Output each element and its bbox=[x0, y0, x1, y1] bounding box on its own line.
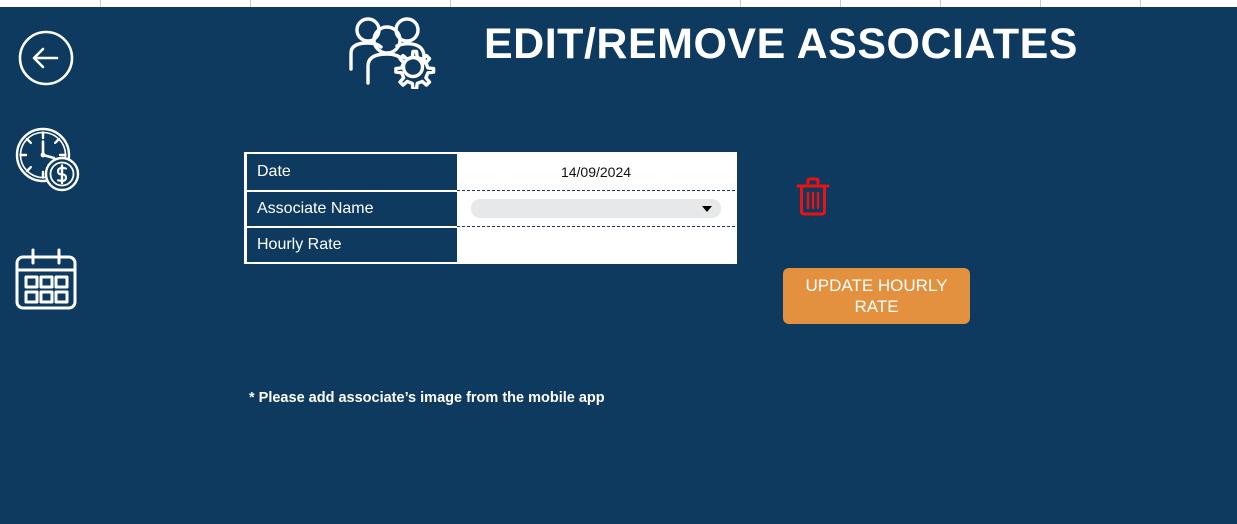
page-header: EDIT/REMOVE ASSOCIATES bbox=[0, 7, 1237, 103]
date-value: 14/09/2024 bbox=[560, 164, 632, 180]
calendar-icon[interactable] bbox=[12, 248, 80, 312]
table-row: Date 14/09/2024 bbox=[246, 154, 735, 190]
row-label-date: Date bbox=[246, 154, 457, 190]
people-gear-icon bbox=[344, 13, 440, 91]
sheet-column-divider bbox=[1140, 0, 1141, 7]
sheet-column-divider bbox=[840, 0, 841, 7]
clock-money-icon[interactable] bbox=[12, 124, 82, 194]
associate-form-table: Date 14/09/2024 Associate Name Hourly Ra… bbox=[243, 151, 738, 265]
spreadsheet-column-strip bbox=[0, 0, 1237, 7]
trash-icon bbox=[796, 177, 830, 216]
sheet-column-divider bbox=[1040, 0, 1041, 7]
table-row: Hourly Rate bbox=[246, 226, 735, 262]
sheet-column-divider bbox=[940, 0, 941, 7]
table-row: Associate Name bbox=[246, 190, 735, 226]
page-title: EDIT/REMOVE ASSOCIATES bbox=[484, 20, 1078, 68]
chevron-down-icon bbox=[702, 205, 712, 212]
row-label-associate-name: Associate Name bbox=[246, 190, 457, 226]
associate-name-dropdown[interactable] bbox=[471, 199, 721, 218]
sheet-column-divider bbox=[740, 0, 741, 7]
row-label-hourly-rate: Hourly Rate bbox=[246, 226, 457, 262]
left-icon-rail bbox=[0, 0, 100, 524]
delete-associate-button[interactable] bbox=[795, 177, 831, 217]
sheet-column-divider bbox=[100, 0, 101, 7]
sheet-column-divider bbox=[250, 0, 251, 7]
sheet-column-divider bbox=[450, 0, 451, 7]
update-hourly-rate-button[interactable]: UPDATE HOURLY RATE bbox=[783, 268, 970, 324]
row-value-date: 14/09/2024 bbox=[457, 154, 735, 190]
footnote-text: * Please add associate’s image from the … bbox=[249, 390, 605, 406]
row-value-hourly-rate[interactable] bbox=[457, 226, 735, 262]
edit-remove-associates-screen: EDIT/REMOVE ASSOCIATES Date 14/09/2024 A… bbox=[0, 0, 1237, 524]
row-value-associate-name bbox=[457, 190, 735, 226]
